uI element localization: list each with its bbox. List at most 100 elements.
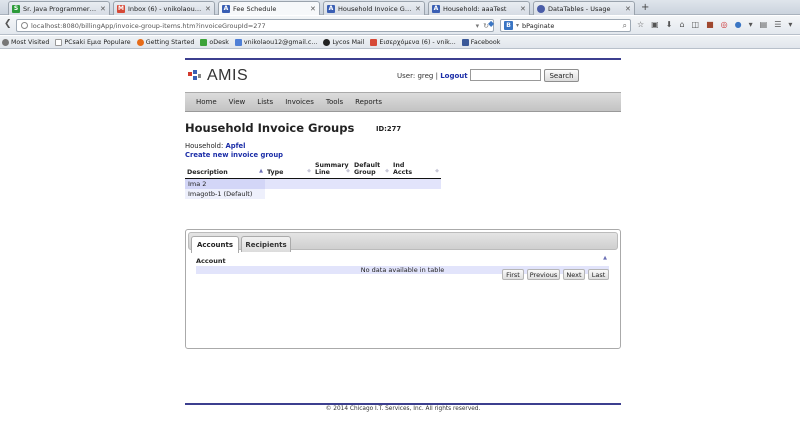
- bookmark-item[interactable]: Most Visited: [2, 38, 49, 46]
- browser-tab[interactable]: S Sr. Java Programmer - Web... ✕: [8, 1, 110, 15]
- menu-item-home[interactable]: Home: [190, 98, 223, 106]
- browser-tab[interactable]: A Household Invoice Groups:... ✕: [323, 1, 425, 15]
- search-engine-icon[interactable]: B: [504, 21, 513, 30]
- menu-item-invoices[interactable]: Invoices: [279, 98, 320, 106]
- browser-tab[interactable]: A Household: aaaTest ✕: [428, 1, 530, 15]
- dropbox-icon[interactable]: ◆: [488, 19, 494, 28]
- browser-search-input[interactable]: bPaginate: [522, 22, 620, 30]
- id-label: ID:277: [376, 125, 402, 133]
- addon-icon[interactable]: ■: [706, 20, 714, 29]
- clipboard-icon[interactable]: ▣: [651, 20, 659, 29]
- amis-icon: A: [327, 4, 335, 13]
- gmail-icon: [370, 38, 378, 46]
- close-icon[interactable]: ✕: [415, 5, 421, 13]
- create-invoice-group-link[interactable]: Create new invoice group: [185, 151, 283, 159]
- new-tab-button[interactable]: +: [641, 2, 649, 13]
- column-header-ind-accts[interactable]: Ind Accts ◆: [391, 161, 441, 179]
- type-cell: [265, 178, 313, 189]
- browser-tab-label: Fee Schedule: [233, 4, 277, 13]
- menu-item-view[interactable]: View: [223, 98, 252, 106]
- close-icon[interactable]: ✕: [205, 5, 211, 13]
- menu-item-reports[interactable]: Reports: [349, 98, 388, 106]
- user-prefix: User:: [397, 72, 416, 80]
- household-link[interactable]: Apfel: [225, 142, 245, 150]
- bookmark-item[interactable]: Εισερχόμενα (6) - vnik...: [370, 38, 456, 46]
- type-cell: [265, 189, 313, 199]
- column-header-type[interactable]: Type ◆: [265, 161, 313, 179]
- default-group-cell: [352, 189, 391, 199]
- pager-previous-button[interactable]: Previous: [527, 269, 560, 280]
- lycos-icon: [323, 38, 331, 46]
- username: greg: [417, 72, 434, 80]
- back-arrow-icon[interactable]: ❮: [4, 19, 12, 29]
- download-icon[interactable]: ⬇: [666, 20, 673, 29]
- address-bar[interactable]: localhost:8080/billingApp/invoice-group-…: [16, 19, 494, 32]
- pocket-icon[interactable]: ◫: [692, 20, 700, 29]
- browser-tab-label: Household: aaaTest: [443, 4, 507, 13]
- logout-link[interactable]: Logout: [440, 72, 467, 80]
- browser-toolbar: ☆ ▣ ⬇ ⌂ ◫ ■ ◎ ● ▾ ▤ ☰ ▾: [637, 20, 792, 29]
- close-icon[interactable]: ✕: [100, 5, 106, 13]
- search-icon[interactable]: ⌕: [623, 21, 627, 31]
- globe-icon: [21, 22, 28, 29]
- shield-icon[interactable]: ▾: [788, 20, 792, 29]
- firefox-icon: [136, 38, 144, 46]
- pager-last-button[interactable]: Last: [588, 269, 609, 280]
- amis-icon: A: [222, 4, 230, 13]
- odesk-icon: [200, 38, 208, 46]
- bookmark-item[interactable]: PCsaki Εμια Populare: [55, 38, 131, 46]
- bookmark-item[interactable]: Lycos Mail: [323, 38, 364, 46]
- close-icon[interactable]: ✕: [310, 5, 316, 13]
- footer-line: [185, 403, 621, 405]
- dropdown-arrow-icon[interactable]: ▾: [476, 22, 480, 30]
- lifebuoy-icon[interactable]: ◎: [721, 20, 728, 29]
- pager-next-button[interactable]: Next: [563, 269, 585, 280]
- amis-logo-icon: [188, 69, 202, 83]
- gear-icon: [2, 38, 9, 46]
- dropdown-arrow-icon[interactable]: ▾: [516, 22, 519, 29]
- app-logo[interactable]: AMIS: [188, 67, 248, 85]
- table-row[interactable]: Imagotb-1 (Default): [185, 189, 441, 199]
- close-icon[interactable]: ✕: [520, 5, 526, 13]
- logo-text: AMIS: [207, 67, 249, 84]
- accounts-recipients-panel: Accounts Recipients Account ▲ No data av…: [185, 229, 621, 349]
- browser-tab[interactable]: DataTables - Usage ✕: [533, 1, 635, 15]
- sort-icon: ◆: [307, 168, 311, 174]
- sidebar-icon[interactable]: ▤: [760, 20, 768, 29]
- bookmark-item[interactable]: oDesk: [200, 38, 229, 46]
- browser-tab[interactable]: M Inbox (6) - vnikolaou12@g... ✕: [113, 1, 215, 15]
- table-row[interactable]: Ima 2: [185, 178, 441, 189]
- invoice-groups-table: Description ▲ Type ◆ Summary Line ◆ Defa…: [185, 161, 441, 199]
- panel-tab-bar: Accounts Recipients: [188, 232, 618, 253]
- browser-nav-bar: ❮ localhost:8080/billingApp/invoice-grou…: [0, 16, 800, 35]
- bookmark-item[interactable]: Facebook: [461, 38, 500, 46]
- ind-accts-cell: [391, 189, 441, 199]
- ind-accts-cell: [391, 178, 441, 189]
- description-cell: Ima 2: [185, 178, 265, 189]
- skype-icon[interactable]: ●: [735, 20, 742, 29]
- column-header-default-group[interactable]: Default Group ◆: [352, 161, 391, 179]
- dropdown-arrow-icon[interactable]: ▾: [749, 20, 753, 29]
- user-info: User: greg | Logout: [397, 72, 468, 80]
- star-icon[interactable]: ☆: [637, 20, 644, 29]
- column-header-summary-line[interactable]: Summary Line ◆: [313, 161, 352, 179]
- app-search-input[interactable]: [470, 69, 541, 81]
- tab-recipients[interactable]: Recipients: [241, 236, 291, 252]
- home-icon[interactable]: ⌂: [679, 20, 684, 29]
- bookmark-item[interactable]: Getting Started: [136, 38, 194, 46]
- search-button[interactable]: Search: [544, 69, 579, 82]
- page-title: Household Invoice Groups: [185, 121, 355, 135]
- tab-accounts[interactable]: Accounts: [191, 236, 239, 253]
- pager-first-button[interactable]: First: [502, 269, 524, 280]
- menu-item-lists[interactable]: Lists: [251, 98, 279, 106]
- browser-search-box[interactable]: B ▾ bPaginate ⌕: [500, 19, 631, 32]
- bookmark-item[interactable]: vnikolaou12@gmail.c...: [234, 38, 317, 46]
- close-icon[interactable]: ✕: [625, 5, 631, 13]
- menu-item-tools[interactable]: Tools: [320, 98, 349, 106]
- menu-icon[interactable]: ☰: [774, 20, 781, 29]
- browser-tab[interactable]: A Fee Schedule ✕: [218, 1, 320, 15]
- default-group-cell: [352, 178, 391, 189]
- page-icon: [55, 38, 63, 46]
- column-header-description[interactable]: Description ▲: [185, 161, 265, 179]
- green-s-icon: S: [12, 4, 20, 13]
